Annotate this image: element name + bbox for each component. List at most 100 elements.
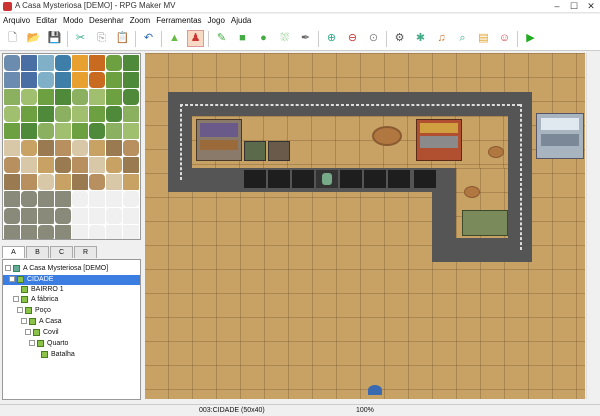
undo-icon[interactable]: ↶ — [140, 30, 157, 47]
event-marker[interactable] — [368, 385, 382, 395]
tileset-tile[interactable] — [55, 89, 71, 105]
tileset-tile[interactable] — [89, 55, 105, 71]
tileset-tile[interactable] — [89, 157, 105, 173]
collapse-toggle[interactable] — [9, 276, 15, 283]
event-tile[interactable] — [414, 170, 436, 188]
tileset-tile[interactable] — [38, 55, 54, 71]
event-tile[interactable] — [244, 170, 266, 188]
tileset-tile[interactable] — [106, 191, 122, 207]
tree-item-covil[interactable]: Covil — [3, 328, 140, 338]
fill-icon[interactable]: ⛆ — [276, 30, 293, 47]
collapse-toggle[interactable] — [29, 340, 35, 347]
event-tile[interactable] — [340, 170, 362, 188]
tileset-tile[interactable] — [72, 208, 88, 224]
menu-modo[interactable]: Modo — [60, 16, 86, 25]
tileset-tile[interactable] — [123, 208, 139, 224]
tileset-tile[interactable] — [106, 89, 122, 105]
tileset-tile[interactable] — [21, 225, 37, 239]
tileset-tile[interactable] — [21, 89, 37, 105]
tileset-tile[interactable] — [89, 208, 105, 224]
tileset-tile[interactable] — [55, 225, 71, 239]
tileset-tile[interactable] — [72, 191, 88, 207]
cut-icon[interactable]: ✂ — [72, 30, 89, 47]
tileset-tile[interactable] — [106, 174, 122, 190]
collapse-toggle[interactable] — [25, 329, 31, 336]
menu-ajuda[interactable]: Ajuda — [228, 16, 254, 25]
event-tile[interactable] — [388, 170, 410, 188]
tileset-tile[interactable] — [72, 89, 88, 105]
tileset-tile[interactable] — [123, 174, 139, 190]
event-mode-icon[interactable]: ♟ — [187, 30, 204, 47]
tileset-tile[interactable] — [38, 157, 54, 173]
tileset-tile[interactable] — [21, 106, 37, 122]
tileset-tile[interactable] — [55, 55, 71, 71]
plugin-manager-icon[interactable]: ✱ — [412, 30, 429, 47]
tree-item-cidade[interactable]: CIDADE — [3, 275, 140, 285]
zoom-out-icon[interactable]: ⊖ — [344, 30, 361, 47]
tileset-tile[interactable] — [55, 157, 71, 173]
tileset-tile[interactable] — [106, 157, 122, 173]
tileset-tile[interactable] — [55, 106, 71, 122]
tileset-tile[interactable] — [4, 208, 20, 224]
tileset-tile[interactable] — [4, 89, 20, 105]
tileset-tile[interactable] — [38, 72, 54, 88]
resource-manager-icon[interactable]: ▤ — [475, 30, 492, 47]
ellipse-icon[interactable]: ● — [255, 30, 272, 47]
tileset-tile[interactable] — [89, 106, 105, 122]
minimize-button[interactable]: – — [550, 0, 564, 13]
tileset-tile[interactable] — [38, 106, 54, 122]
tileset-tile[interactable] — [21, 208, 37, 224]
tileset-tile[interactable] — [4, 157, 20, 173]
tileset-tile[interactable] — [4, 123, 20, 139]
tileset-tile[interactable] — [123, 123, 139, 139]
sound-test-icon[interactable]: ♫ — [433, 30, 450, 47]
tileset-tile[interactable] — [123, 72, 139, 88]
tileset-tile[interactable] — [55, 208, 71, 224]
close-button[interactable]: ✕ — [584, 0, 598, 13]
tileset-tile[interactable] — [4, 174, 20, 190]
tileset-tile[interactable] — [55, 72, 71, 88]
tileset-tile[interactable] — [106, 72, 122, 88]
collapse-toggle[interactable] — [21, 318, 27, 325]
tree-item-project[interactable]: A Casa Mysteriosa [DEMO] — [3, 264, 140, 274]
menu-ferramentas[interactable]: Ferramentas — [153, 16, 204, 25]
open-project-icon[interactable]: 📂 — [25, 30, 42, 47]
tree-item-a-casa[interactable]: A Casa — [3, 317, 140, 327]
tab-r[interactable]: R — [74, 246, 97, 258]
tileset-tile[interactable] — [21, 55, 37, 71]
tileset-tile[interactable] — [55, 174, 71, 190]
tileset-tile[interactable] — [38, 191, 54, 207]
map-canvas[interactable] — [145, 53, 585, 399]
tileset-tile[interactable] — [123, 106, 139, 122]
tileset-tile[interactable] — [89, 123, 105, 139]
tileset-tile[interactable] — [4, 191, 20, 207]
tileset-tile[interactable] — [55, 123, 71, 139]
collapse-toggle[interactable] — [13, 296, 19, 303]
tileset-tile[interactable] — [4, 225, 20, 239]
tree-item-quarto[interactable]: Quarto — [3, 339, 140, 349]
character-generator-icon[interactable]: ☺ — [496, 30, 513, 47]
menu-arquivo[interactable]: Arquivo — [0, 16, 33, 25]
event-tile[interactable] — [364, 170, 386, 188]
tileset-tile[interactable] — [106, 55, 122, 71]
tileset-tile[interactable] — [72, 123, 88, 139]
tileset-tile[interactable] — [106, 225, 122, 239]
tileset-tile[interactable] — [4, 106, 20, 122]
tileset-tile[interactable] — [21, 157, 37, 173]
event-tile[interactable] — [268, 170, 290, 188]
tileset-tile[interactable] — [106, 140, 122, 156]
tileset-tile[interactable] — [89, 191, 105, 207]
tileset-tile[interactable] — [123, 225, 139, 239]
tileset-tile[interactable] — [72, 157, 88, 173]
tileset-tile[interactable] — [72, 225, 88, 239]
tileset-tile[interactable] — [106, 106, 122, 122]
tileset-tile[interactable] — [4, 140, 20, 156]
tileset-tile[interactable] — [55, 140, 71, 156]
tree-item-poco[interactable]: Poço — [3, 306, 140, 316]
menu-editar[interactable]: Editar — [33, 16, 60, 25]
tree-item-fabrica[interactable]: A fábrica — [3, 295, 140, 305]
tileset-tile[interactable] — [55, 191, 71, 207]
menu-zoom[interactable]: Zoom — [127, 16, 153, 25]
tileset-tile[interactable] — [123, 55, 139, 71]
tileset-tile[interactable] — [38, 89, 54, 105]
